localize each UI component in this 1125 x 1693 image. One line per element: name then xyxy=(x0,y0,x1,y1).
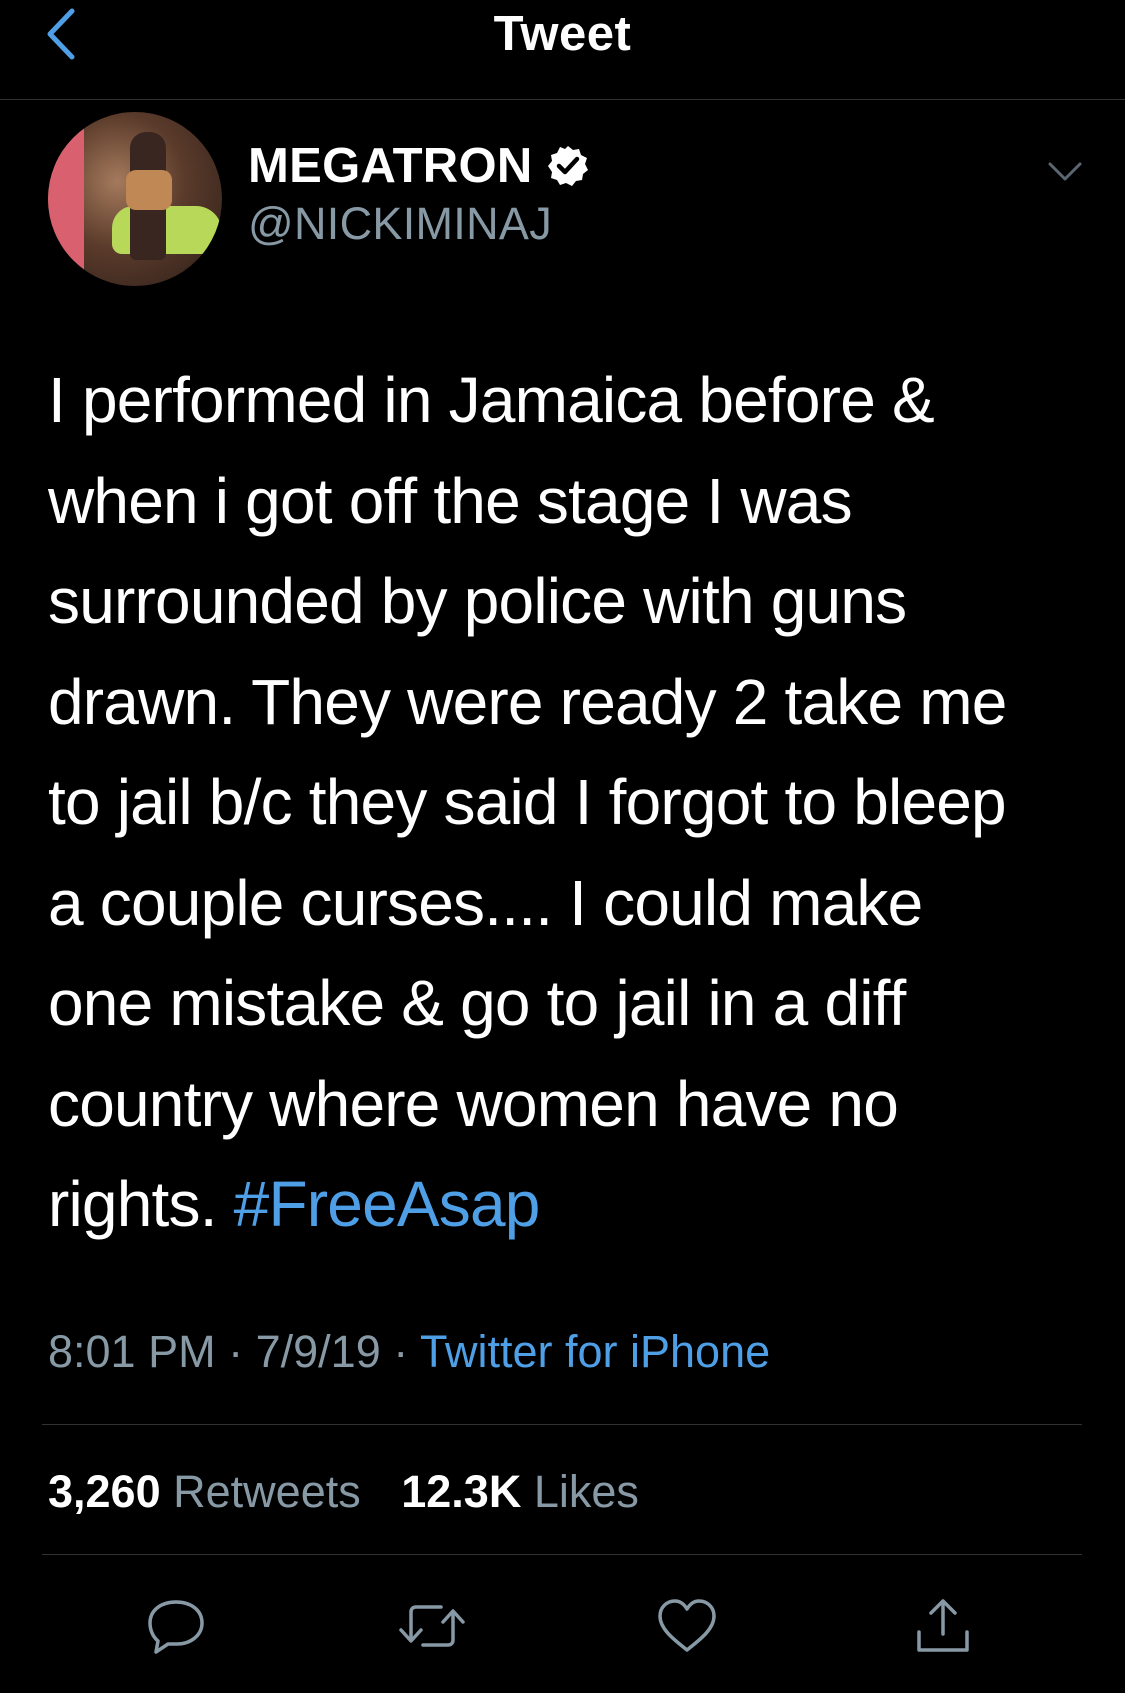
engagement-stats: 3,260 Retweets 12.3K Likes xyxy=(48,1462,667,1522)
author-handle[interactable]: @NICKIMINAJ xyxy=(248,198,552,250)
tweet-line-last: rights. #FreeAsap xyxy=(48,1154,1088,1255)
like-button[interactable] xyxy=(647,1586,727,1666)
tweet-date: 7/9/19 xyxy=(255,1326,381,1377)
like-icon xyxy=(658,1599,716,1652)
retweets-count: 3,260 xyxy=(48,1466,161,1517)
divider xyxy=(42,1424,1082,1425)
tweet-line: I performed in Jamaica before & xyxy=(48,364,935,436)
source-link[interactable]: Twitter for iPhone xyxy=(420,1326,770,1377)
share-icon xyxy=(917,1599,969,1652)
tweet-line: to jail b/c they said I forgot to bleep xyxy=(48,766,1007,838)
meta-separator: · xyxy=(393,1326,409,1377)
tweet-line: when i got off the stage I was xyxy=(48,464,853,537)
likes-stat[interactable]: 12.3K Likes xyxy=(401,1466,639,1517)
tweet-line: a couple curses.... I could make xyxy=(48,866,923,939)
retweet-button[interactable] xyxy=(392,1586,472,1666)
likes-count: 12.3K xyxy=(401,1466,522,1517)
tweet-line: one mistake & go to jail in a diff xyxy=(48,967,906,1039)
page-title: Tweet xyxy=(493,7,632,61)
reply-icon xyxy=(148,1600,204,1654)
chevron-down-icon xyxy=(1048,162,1082,181)
display-name[interactable]: MEGATRON xyxy=(248,138,533,194)
meta-separator: · xyxy=(228,1326,244,1377)
tweet-text: I performed in Jamaica before & when i g… xyxy=(48,350,1088,1255)
tweet-line: rights. xyxy=(48,1168,217,1240)
reply-button[interactable] xyxy=(136,1586,216,1666)
likes-label: Likes xyxy=(533,1466,639,1517)
tweet-line: country where women have no xyxy=(48,1067,899,1140)
avatar[interactable] xyxy=(48,112,222,286)
divider xyxy=(42,1554,1082,1555)
author-name-row: MEGATRON xyxy=(248,136,589,196)
share-button[interactable] xyxy=(903,1586,983,1666)
retweets-stat[interactable]: 3,260 Retweets xyxy=(48,1466,361,1517)
tweet-line: drawn. They were ready 2 take me xyxy=(48,665,1007,738)
retweet-icon xyxy=(399,1605,465,1647)
hashtag-link[interactable]: #FreeAsap xyxy=(234,1168,541,1240)
retweets-label: Retweets xyxy=(173,1466,361,1517)
tweet-time: 8:01 PM xyxy=(48,1326,216,1377)
navigation-bar: Tweet xyxy=(0,0,1125,100)
tweet-line: surrounded by police with guns xyxy=(48,565,907,637)
more-options-button[interactable] xyxy=(1040,152,1090,192)
verified-badge-icon xyxy=(547,145,589,187)
action-bar xyxy=(0,1586,1125,1666)
tweet-meta: 8:01 PM · 7/9/19 · Twitter for iPhone xyxy=(48,1322,770,1382)
